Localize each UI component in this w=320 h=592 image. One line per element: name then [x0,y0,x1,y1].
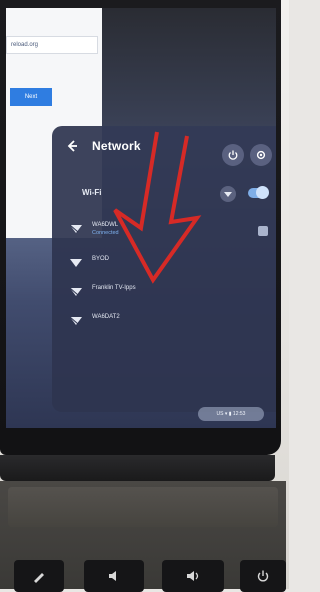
network-name: WA6DAT2 [92,314,120,320]
power-icon [228,150,238,160]
wifi-signal-icon [70,224,82,233]
url-bar[interactable]: reload.org [6,36,98,54]
pen-key[interactable] [14,560,64,592]
arrow-left-icon[interactable] [64,138,80,154]
power-button[interactable] [222,144,244,166]
laptop-deck-lip [8,487,278,527]
status-tray[interactable]: US ▾ ▮ 12:53 [198,407,264,421]
red-annotation-arrow [113,131,202,284]
pen-key-icon [34,573,44,583]
next-button[interactable]: Next [10,88,52,106]
power-key-icon [257,570,269,582]
wifi-signal-icon [70,287,82,296]
add-network-icon[interactable] [258,226,268,236]
wifi-lock-icon[interactable] [220,186,236,202]
power-key[interactable] [240,560,286,592]
volume-up-icon [187,571,199,581]
volume-down-icon [109,571,116,581]
laptop-screen: reload.org Next Network Wi-Fi WA6DWL Con… [6,8,276,428]
wifi-signal-icon [70,316,82,325]
window-shadow [102,8,276,126]
network-item-wa6dat2[interactable]: WA6DAT2 [70,312,220,332]
volume-down-key[interactable] [84,560,144,592]
wifi-section-label: Wi-Fi [82,188,102,197]
wifi-signal-icon [70,259,82,267]
toggle-knob [256,186,269,199]
settings-button[interactable] [250,144,272,166]
gear-icon [256,150,266,160]
volume-up-key[interactable] [162,560,224,592]
wifi-toggle[interactable] [248,186,269,199]
laptop-hinge [0,455,275,481]
